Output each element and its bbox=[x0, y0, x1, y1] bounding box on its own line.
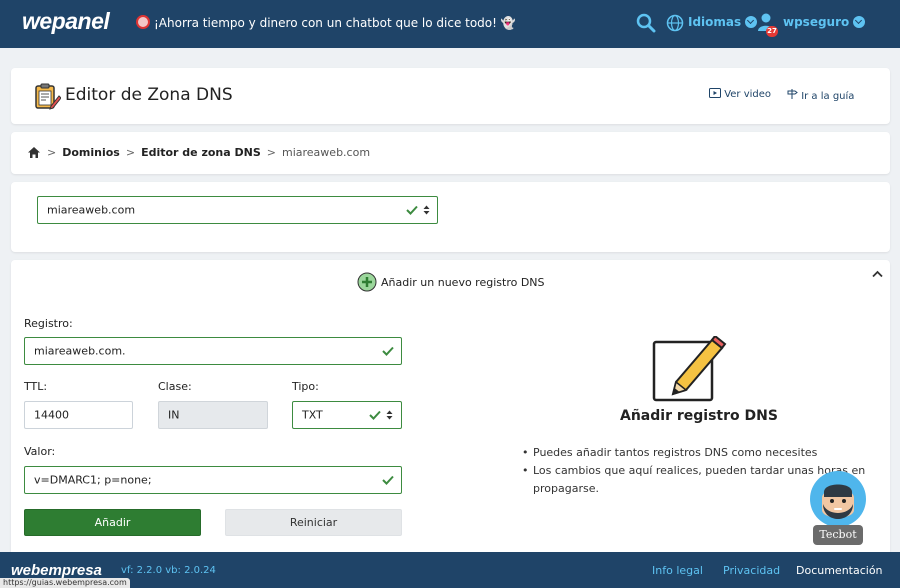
promo-text[interactable]: ¡Ahorra tiempo y dinero con un chatbot q… bbox=[154, 16, 516, 30]
registro-label: Registro: bbox=[24, 317, 73, 330]
version-info: vf: 2.2.0 vb: 2.0.24 bbox=[121, 565, 216, 576]
footer: webempresa vf: 2.2.0 vb: 2.0.24 Info leg… bbox=[0, 552, 900, 588]
valor-label: Valor: bbox=[24, 445, 56, 458]
search-icon[interactable] bbox=[636, 13, 656, 33]
watch-video-label[interactable]: Ver video bbox=[724, 89, 771, 100]
ttl-value: 14400 bbox=[34, 408, 69, 422]
breadcrumb: > Dominios > Editor de zona DNS > miarea… bbox=[27, 146, 370, 159]
check-icon bbox=[406, 205, 418, 215]
edit-document-icon bbox=[652, 336, 727, 402]
add-record-card: Añadir un nuevo registro DNS Registro: m… bbox=[11, 260, 890, 560]
ttl-label: TTL: bbox=[24, 380, 48, 393]
check-icon bbox=[369, 410, 381, 420]
add-button[interactable]: Añadir bbox=[24, 509, 201, 536]
guide-label[interactable]: Ir a la guía bbox=[801, 91, 854, 102]
valor-input[interactable]: v=DMARC1; p=none; bbox=[24, 466, 402, 494]
user-menu[interactable]: wpseguro bbox=[783, 15, 866, 29]
add-record-heading-text: Añadir un nuevo registro DNS bbox=[381, 275, 545, 289]
registro-input[interactable]: miareaweb.com. bbox=[24, 337, 402, 365]
top-navbar: wepanel ¡Ahorra tiempo y dinero con un c… bbox=[0, 0, 900, 48]
languages-label[interactable]: Idiomas bbox=[688, 15, 741, 29]
tecbot-label[interactable]: Tecbot bbox=[813, 525, 863, 545]
user-name[interactable]: wpseguro bbox=[783, 15, 849, 29]
chevron-down-icon[interactable] bbox=[745, 16, 758, 28]
select-arrows-icon bbox=[386, 410, 393, 420]
ttl-input[interactable]: 14400 bbox=[24, 401, 133, 429]
registro-value: miareaweb.com. bbox=[34, 344, 126, 358]
page-header-card: Editor de Zona DNS Ver video Ir a la guí… bbox=[11, 68, 890, 124]
domain-select[interactable]: miareaweb.com bbox=[37, 196, 438, 224]
footer-link-privacy[interactable]: Privacidad bbox=[723, 564, 780, 577]
languages-menu[interactable]: Idiomas bbox=[688, 15, 758, 29]
footer-link-docs[interactable]: Documentación bbox=[796, 564, 883, 577]
promo-banner[interactable]: ¡Ahorra tiempo y dinero con un chatbot q… bbox=[136, 15, 516, 30]
webempresa-logo[interactable]: webempresa bbox=[11, 562, 102, 579]
clase-input: IN bbox=[158, 401, 268, 429]
reset-button[interactable]: Reiniciar bbox=[225, 509, 402, 536]
check-icon bbox=[382, 475, 394, 485]
valor-value: v=DMARC1; p=none; bbox=[34, 473, 152, 487]
list-item: Puedes añadir tantos registros DNS como … bbox=[518, 444, 883, 462]
wepanel-logo[interactable]: wepanel bbox=[22, 8, 110, 35]
notification-badge: 27 bbox=[766, 26, 778, 37]
watch-video-link[interactable]: Ver video bbox=[709, 88, 771, 100]
breadcrumb-item-dominios[interactable]: Dominios bbox=[62, 146, 120, 159]
breadcrumb-separator: > bbox=[266, 146, 276, 159]
tecbot-avatar-icon[interactable] bbox=[809, 470, 867, 528]
chevron-up-icon[interactable] bbox=[872, 270, 883, 278]
page-title: Editor de Zona DNS bbox=[65, 85, 233, 105]
domain-select-card: miareaweb.com bbox=[11, 182, 890, 252]
breadcrumb-item-current: miareaweb.com bbox=[282, 146, 371, 159]
breadcrumb-item-dns-editor[interactable]: Editor de zona DNS bbox=[141, 146, 261, 159]
check-icon bbox=[382, 346, 394, 356]
browser-status-url: https://guias.webempresa.com bbox=[0, 578, 130, 588]
clipboard-edit-icon bbox=[35, 83, 61, 110]
tipo-label: Tipo: bbox=[292, 380, 319, 393]
domain-select-value: miareaweb.com bbox=[47, 203, 136, 217]
home-icon[interactable] bbox=[27, 146, 41, 159]
tipo-value: TXT bbox=[302, 408, 323, 422]
video-icon bbox=[709, 88, 721, 98]
clase-label: Clase: bbox=[158, 380, 192, 393]
chevron-down-icon[interactable] bbox=[853, 16, 866, 28]
globe-icon[interactable] bbox=[666, 14, 684, 32]
guide-link[interactable]: Ir a la guía bbox=[786, 88, 854, 102]
footer-link-legal[interactable]: Info legal bbox=[652, 564, 703, 577]
tipo-select[interactable]: TXT bbox=[292, 401, 402, 429]
target-icon bbox=[136, 15, 150, 29]
signpost-icon bbox=[787, 89, 798, 99]
clase-value: IN bbox=[168, 408, 180, 422]
add-circle-icon bbox=[357, 272, 377, 292]
breadcrumb-separator: > bbox=[47, 146, 57, 159]
breadcrumb-card: > Dominios > Editor de zona DNS > miarea… bbox=[11, 132, 890, 174]
side-panel-title: Añadir registro DNS bbox=[620, 408, 778, 424]
select-arrows-icon bbox=[423, 205, 430, 215]
breadcrumb-separator: > bbox=[125, 146, 136, 159]
add-record-heading[interactable]: Añadir un nuevo registro DNS bbox=[357, 272, 545, 292]
